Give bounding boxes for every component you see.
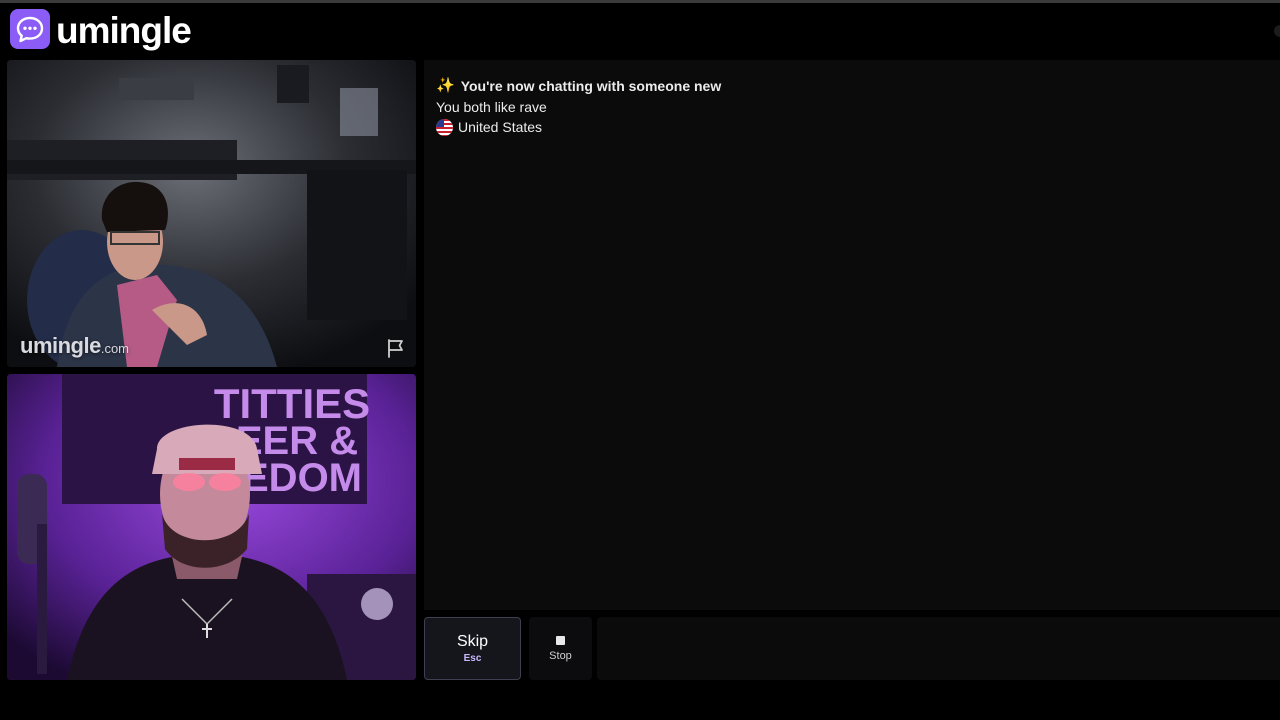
chat-controls: Skip Esc Stop	[424, 617, 1280, 680]
country-text: United States	[458, 119, 543, 135]
us-flag-icon	[436, 118, 453, 136]
local-video-frame: TITTIES EER & EDOM	[7, 374, 416, 680]
stop-button-label: Stop	[549, 649, 572, 662]
chat-messages: ✨ You're now chatting with someone new Y…	[436, 76, 721, 138]
chat-panel: ✨ You're now chatting with someone new Y…	[424, 60, 1280, 610]
stop-button[interactable]: Stop	[529, 617, 592, 680]
remote-video-frame	[7, 60, 416, 367]
skip-shortcut-hint: Esc	[463, 653, 482, 664]
stop-icon	[556, 635, 565, 645]
skip-button[interactable]: Skip Esc	[424, 617, 521, 680]
umingle-watermark: umingle.com	[20, 333, 129, 359]
message-input[interactable]	[597, 617, 1280, 680]
common-interest-text: You both like rave	[436, 98, 547, 115]
remote-video: umingle.com	[7, 60, 416, 367]
watermark-name: umingle	[20, 333, 101, 358]
banner-text-3: EDOM	[242, 456, 362, 500]
watermark-suffix: .com	[100, 341, 130, 356]
logo-wordmark[interactable]: umingle	[56, 9, 192, 53]
system-message-title-text: You're now chatting with someone new	[460, 78, 722, 94]
sparkles-icon: ✨	[436, 77, 455, 94]
report-flag-icon[interactable]	[385, 337, 407, 359]
country-message: United States	[436, 117, 721, 138]
common-interest-message: You both like rave	[436, 97, 721, 118]
logo-chat-bubble-icon[interactable]	[10, 9, 50, 49]
skip-button-label: Skip	[456, 633, 489, 650]
header: umingle	[0, 3, 1280, 58]
local-video: TITTIES EER & EDOM	[7, 374, 416, 680]
corner-indicator	[1274, 25, 1280, 37]
system-message-title: ✨ You're now chatting with someone new	[436, 76, 721, 97]
